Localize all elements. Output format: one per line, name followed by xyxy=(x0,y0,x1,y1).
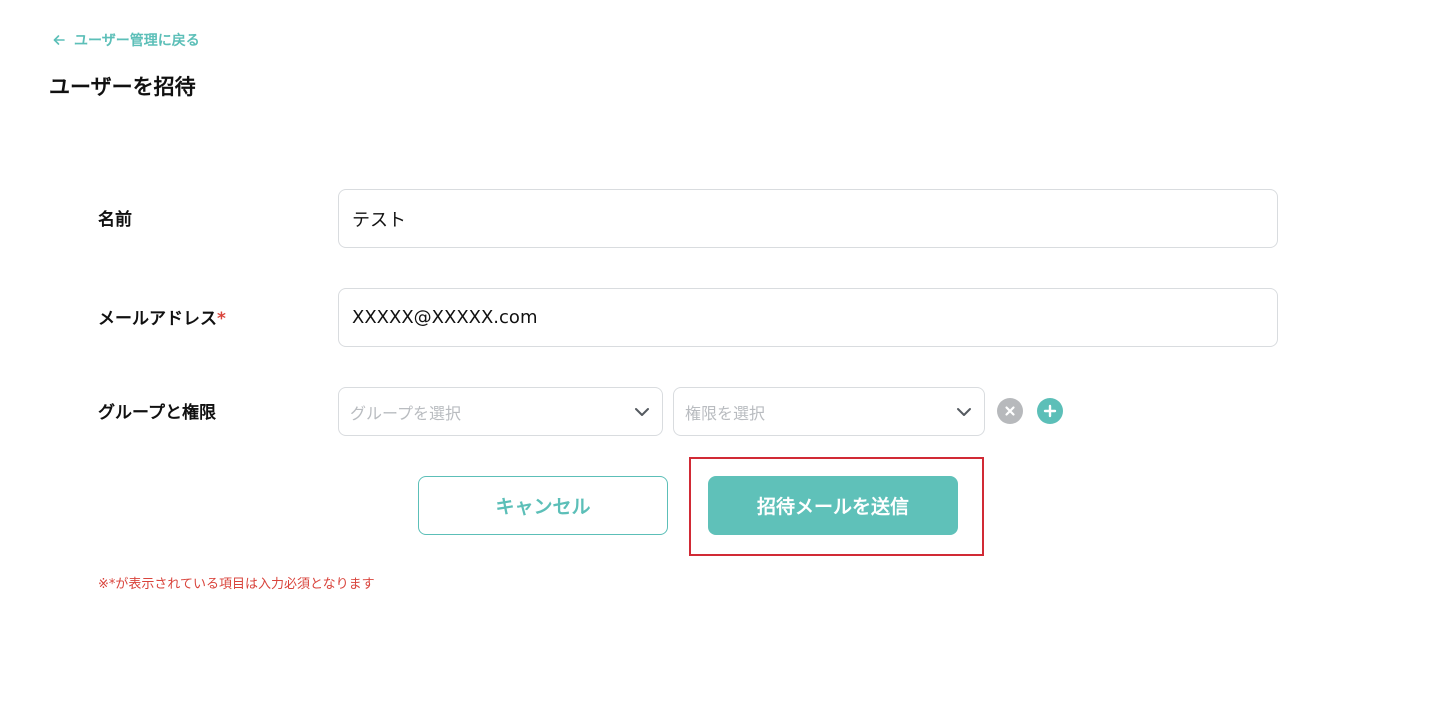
name-input[interactable] xyxy=(338,189,1278,248)
email-label-text: メールアドレス xyxy=(98,309,217,329)
email-label: メールアドレス* xyxy=(98,307,226,331)
required-mark: * xyxy=(217,309,226,329)
back-link-label: ユーザー管理に戻る xyxy=(74,33,200,49)
back-to-user-management-link[interactable]: ユーザー管理に戻る xyxy=(52,30,200,50)
plus-circle-icon[interactable] xyxy=(1037,398,1063,424)
page-title: ユーザーを招待 xyxy=(49,75,196,99)
cancel-button[interactable]: キャンセル xyxy=(418,476,668,535)
permission-select-placeholder: 権限を選択 xyxy=(685,403,766,423)
send-invitation-button[interactable]: 招待メールを送信 xyxy=(708,476,958,535)
arrow-left-icon xyxy=(52,33,66,47)
chevron-down-icon xyxy=(956,407,972,417)
close-circle-icon[interactable] xyxy=(997,398,1023,424)
chevron-down-icon xyxy=(634,407,650,417)
email-input[interactable] xyxy=(338,288,1278,347)
group-permission-label: グループと権限 xyxy=(98,403,216,423)
group-select-placeholder: グループを選択 xyxy=(350,403,462,423)
group-select[interactable]: グループを選択 xyxy=(338,387,663,436)
required-note: ※*が表示されている項目は入力必須となります xyxy=(98,577,375,592)
name-label: 名前 xyxy=(98,210,132,230)
permission-select[interactable]: 権限を選択 xyxy=(673,387,985,436)
